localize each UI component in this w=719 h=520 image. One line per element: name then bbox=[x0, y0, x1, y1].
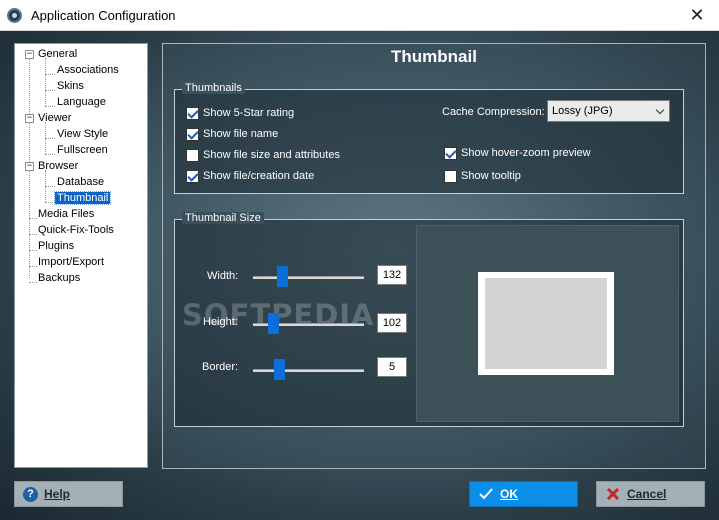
checkbox-label: Show tooltip bbox=[461, 170, 521, 182]
tree-item-label: General bbox=[38, 48, 78, 60]
ok-button[interactable]: OK bbox=[469, 481, 578, 507]
border-value-field[interactable]: 5 bbox=[377, 357, 407, 377]
collapse-icon[interactable]: − bbox=[25, 50, 34, 59]
tree-item-label: Import/Export bbox=[38, 256, 105, 268]
tree-line bbox=[29, 250, 37, 251]
cache-compression-select[interactable]: Lossy (JPG) bbox=[547, 100, 670, 122]
checkbox-checked-icon bbox=[186, 127, 199, 141]
tree-item-label: Thumbnail bbox=[53, 191, 112, 205]
tree-item-label: View Style bbox=[57, 128, 109, 140]
checkbox-label: Show 5-Star rating bbox=[203, 107, 295, 119]
tree-line bbox=[29, 218, 37, 219]
app-icon bbox=[7, 8, 22, 23]
page-title: Thumbnail bbox=[391, 47, 477, 66]
checkbox-unchecked-icon bbox=[186, 148, 199, 162]
tree-item-label: Media Files bbox=[38, 208, 95, 220]
chevron-down-icon bbox=[655, 105, 665, 115]
tree-item-fullscreen[interactable]: Fullscreen bbox=[57, 142, 108, 158]
tree-item-label: Viewer bbox=[38, 112, 72, 124]
cancel-x-icon bbox=[605, 486, 621, 502]
show-5-star-rating-checkbox[interactable]: Show 5-Star rating bbox=[186, 105, 294, 121]
collapse-icon[interactable]: − bbox=[25, 114, 34, 123]
tree-item-label: Quick-Fix-Tools bbox=[38, 224, 114, 236]
tree-item-label: Fullscreen bbox=[57, 144, 108, 156]
border-slider-track[interactable] bbox=[253, 369, 364, 372]
cache-compression-value: Lossy (JPG) bbox=[552, 105, 613, 117]
checkbox-checked-icon bbox=[444, 146, 457, 160]
tree-item-viewer[interactable]: Viewer bbox=[38, 110, 71, 126]
show-file-size-checkbox[interactable]: Show file size and attributes bbox=[186, 147, 340, 163]
close-icon[interactable]: ✕ bbox=[675, 0, 719, 31]
tree-line bbox=[45, 74, 55, 75]
help-button[interactable]: ? Help bbox=[14, 481, 123, 507]
tree-item-browser[interactable]: Browser bbox=[38, 158, 78, 174]
height-value-field[interactable]: 102 bbox=[377, 313, 407, 333]
settings-tree: − General Associations Skins Language − … bbox=[14, 43, 148, 468]
tree-item-view-style[interactable]: View Style bbox=[57, 126, 108, 142]
tree-line bbox=[29, 282, 37, 283]
tree-item-label: Plugins bbox=[38, 240, 75, 252]
tree-line bbox=[45, 58, 46, 106]
checkbox-label: Show hover-zoom preview bbox=[461, 147, 591, 159]
window-title: Application Configuration bbox=[31, 8, 176, 23]
cache-compression-label: Cache Compression: bbox=[442, 106, 545, 118]
ok-button-label: OK bbox=[500, 487, 518, 501]
checkbox-label: Show file/creation date bbox=[203, 170, 315, 182]
group-title: Thumbnail Size bbox=[182, 212, 264, 224]
tree-item-import-export[interactable]: Import/Export bbox=[38, 254, 104, 270]
show-hover-zoom-checkbox[interactable]: Show hover-zoom preview bbox=[444, 145, 591, 161]
tree-line bbox=[29, 266, 37, 267]
cancel-button[interactable]: Cancel bbox=[596, 481, 705, 507]
checkbox-checked-icon bbox=[186, 169, 199, 183]
tree-line bbox=[45, 90, 55, 91]
group-title: Thumbnails bbox=[182, 82, 245, 94]
checkbox-checked-icon bbox=[186, 106, 199, 120]
width-slider-track[interactable] bbox=[253, 276, 364, 279]
tree-item-associations[interactable]: Associations bbox=[57, 62, 119, 78]
show-tooltip-checkbox[interactable]: Show tooltip bbox=[444, 168, 521, 184]
tree-item-label: Browser bbox=[38, 160, 79, 172]
tree-item-label: Skins bbox=[57, 80, 84, 92]
width-label: Width: bbox=[207, 270, 239, 282]
tree-item-general[interactable]: General bbox=[38, 46, 77, 62]
tree-line bbox=[45, 106, 55, 107]
show-file-creation-date-checkbox[interactable]: Show file/creation date bbox=[186, 168, 314, 184]
tree-line bbox=[45, 154, 55, 155]
width-slider-thumb[interactable] bbox=[277, 266, 288, 287]
tree-item-label: Backups bbox=[38, 272, 81, 284]
tree-item-label: Language bbox=[57, 96, 106, 108]
tree-line bbox=[29, 234, 37, 235]
border-label: Border: bbox=[202, 361, 239, 373]
title-bar: Application Configuration ✕ bbox=[0, 0, 719, 31]
tree-item-plugins[interactable]: Plugins bbox=[38, 238, 74, 254]
help-icon: ? bbox=[23, 486, 38, 502]
tree-item-label: Associations bbox=[57, 64, 119, 76]
tree-item-quick-fix-tools[interactable]: Quick-Fix-Tools bbox=[38, 222, 114, 238]
tree-line bbox=[45, 202, 55, 203]
checkbox-label: Show file name bbox=[203, 128, 279, 140]
checkbox-unchecked-icon bbox=[444, 169, 457, 183]
checkmark-icon bbox=[478, 486, 494, 502]
tree-item-label: Database bbox=[57, 176, 105, 188]
collapse-icon[interactable]: − bbox=[25, 162, 34, 171]
help-button-label: Help bbox=[44, 487, 71, 501]
height-slider-thumb[interactable] bbox=[268, 313, 279, 334]
border-slider-thumb[interactable] bbox=[274, 359, 285, 380]
tree-item-database[interactable]: Database bbox=[57, 174, 104, 190]
tree-item-language[interactable]: Language bbox=[57, 94, 106, 110]
thumbnail-preview-image bbox=[485, 278, 607, 369]
cancel-button-label: Cancel bbox=[627, 487, 667, 501]
tree-item-skins[interactable]: Skins bbox=[57, 78, 84, 94]
tree-line bbox=[45, 186, 55, 187]
tree-item-backups[interactable]: Backups bbox=[38, 270, 80, 286]
tree-item-media-files[interactable]: Media Files bbox=[38, 206, 94, 222]
show-file-name-checkbox[interactable]: Show file name bbox=[186, 126, 278, 142]
tree-item-thumbnail[interactable]: Thumbnail bbox=[53, 190, 112, 206]
tree-line bbox=[45, 138, 55, 139]
checkbox-label: Show file size and attributes bbox=[203, 149, 340, 161]
height-label: Height: bbox=[203, 316, 238, 328]
width-value-field[interactable]: 132 bbox=[377, 265, 407, 285]
